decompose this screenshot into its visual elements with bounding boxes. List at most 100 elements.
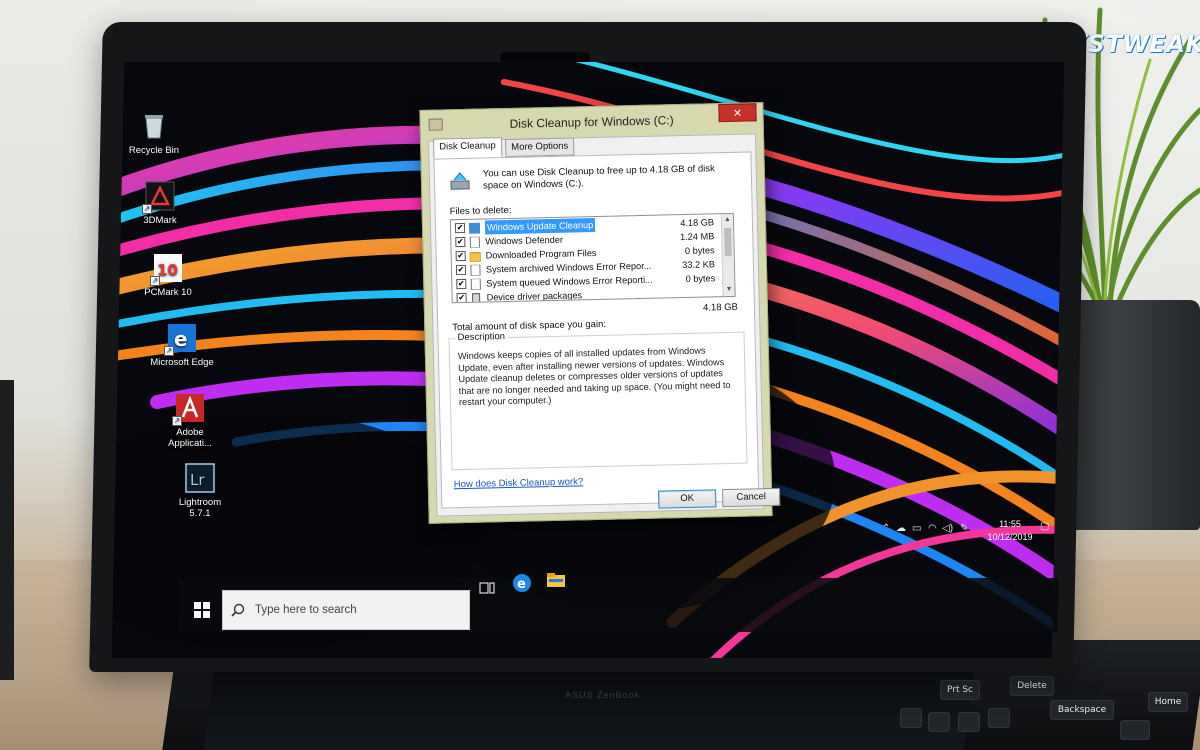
cancel-button[interactable]: Cancel xyxy=(722,487,781,508)
clock-date[interactable]: 10/12/2019 xyxy=(980,532,1040,542)
tab-disk-cleanup[interactable]: Disk Cleanup xyxy=(433,137,502,159)
desktop-icon-label: Lightroom 5.7.1 xyxy=(178,497,222,519)
task-view-icon xyxy=(479,582,495,594)
shortcut-arrow-icon: ↗ xyxy=(164,346,174,356)
file-name: Device driver packages xyxy=(486,290,583,303)
files-to-delete-list[interactable]: ✔ Windows Update Cleanup 4.18 GB ✔ Windo… xyxy=(449,212,736,304)
windows-update-icon xyxy=(468,222,481,234)
file-explorer-icon xyxy=(547,573,565,587)
search-placeholder: Type here to search xyxy=(255,604,357,616)
dialog-title: Disk Cleanup for Windows (C:) xyxy=(509,113,674,131)
folder-icon xyxy=(469,251,482,263)
svg-text:e: e xyxy=(174,327,188,351)
edge-icon: e ↗ xyxy=(164,322,198,356)
desktop-icon-label: 3DMark xyxy=(143,215,177,226)
shortcut-arrow-icon: ↗ xyxy=(172,416,182,426)
speaker-edge xyxy=(0,380,14,680)
key xyxy=(958,712,980,732)
svg-text:Lr: Lr xyxy=(190,471,205,489)
desktop-icon-adobe[interactable]: ↗ Adobe Applicati... xyxy=(158,392,222,449)
pcmark-icon: 10 ↗ xyxy=(150,252,184,286)
file-icon xyxy=(469,236,480,249)
desktop-icon-lightroom[interactable]: Lr Lightroom 5.7.1 xyxy=(168,462,232,519)
total-space-value: 4.18 GB xyxy=(702,301,739,314)
wifi-icon[interactable]: ◠ xyxy=(928,523,937,535)
key xyxy=(988,708,1010,728)
file-size: 4.18 GB xyxy=(680,217,715,229)
key-delete: Delete xyxy=(1010,676,1054,696)
recycle-bin-icon xyxy=(138,110,170,142)
key xyxy=(1120,720,1150,740)
key-backspace: Backspace xyxy=(1050,700,1114,720)
clock-time[interactable]: 11:55 xyxy=(980,519,1040,529)
ok-button[interactable]: OK xyxy=(658,489,717,509)
pen-icon[interactable]: ✎ xyxy=(960,523,968,535)
key xyxy=(900,708,922,728)
file-size: 33.2 KB xyxy=(682,259,716,271)
dialog-client-area: Disk Cleanup More Options You can use Di… xyxy=(428,133,781,517)
keyboard: Prt Sc Delete Backspace Home xyxy=(900,672,1200,750)
checkbox[interactable]: ✔ xyxy=(456,278,467,290)
list-scrollbar[interactable]: ▲ ▼ xyxy=(720,213,735,297)
shortcut-arrow-icon: ↗ xyxy=(142,204,152,214)
checkbox[interactable]: ✔ xyxy=(455,236,466,248)
taskbar-search-box[interactable]: Type here to search xyxy=(222,590,470,630)
system-tray: ⌃ ☁ ▭ ◠ ◁) ✎ 11:55 10/12/2019 ▢ xyxy=(880,515,1060,545)
3dmark-icon: ↗ xyxy=(142,180,176,214)
battery-icon[interactable]: ▭ xyxy=(912,523,921,535)
free-space-hint: You can use Disk Cleanup to free up to 4… xyxy=(482,163,715,192)
desktop-icon-pcmark[interactable]: 10 ↗ PCMark 10 xyxy=(136,252,200,298)
close-button[interactable]: ✕ xyxy=(718,103,757,123)
key-home: Home xyxy=(1148,692,1188,712)
search-icon xyxy=(231,603,245,617)
drive-cleanup-icon xyxy=(449,171,471,193)
checkbox[interactable]: ✔ xyxy=(455,250,466,262)
shortcut-arrow-icon: ↗ xyxy=(150,276,160,286)
chevron-up-icon[interactable]: ⌃ xyxy=(882,523,890,535)
taskbar-file-explorer-button[interactable] xyxy=(546,571,566,591)
tab-panel: You can use Disk Cleanup to free up to 4… xyxy=(433,151,781,509)
start-button[interactable] xyxy=(190,598,214,622)
description-legend: Description xyxy=(455,331,508,344)
desktop-icon-label: Adobe Applicati... xyxy=(168,427,212,449)
file-size: 1.24 MB xyxy=(679,231,715,243)
adobe-icon: ↗ xyxy=(172,392,206,426)
file-size: 0 bytes xyxy=(684,245,715,256)
plant-pot xyxy=(1060,300,1200,530)
description-group: Description Windows keeps copies of all … xyxy=(448,331,748,471)
file-icon xyxy=(470,264,481,277)
svg-text:e: e xyxy=(517,577,526,592)
volume-icon[interactable]: ◁) xyxy=(942,523,953,535)
taskbar-edge-button[interactable]: e xyxy=(512,573,532,593)
desktop-icon-3dmark[interactable]: ↗ 3DMark xyxy=(128,180,192,226)
scroll-up-icon[interactable]: ▲ xyxy=(722,214,733,226)
desktop-icon-label: Recycle Bin xyxy=(128,145,180,156)
help-link[interactable]: How does Disk Cleanup work? xyxy=(454,476,584,490)
key xyxy=(928,712,950,732)
task-view-button[interactable] xyxy=(478,579,498,599)
cloud-icon[interactable]: ☁ xyxy=(896,523,906,535)
brand-mark: ASUS ZenBook xyxy=(565,690,641,700)
file-size: 0 bytes xyxy=(685,273,716,284)
scroll-thumb[interactable] xyxy=(724,227,732,257)
tab-more-options[interactable]: More Options xyxy=(505,137,575,158)
lightroom-icon: Lr xyxy=(184,462,216,494)
edge-icon: e xyxy=(513,574,531,592)
desktop-icon-label: Microsoft Edge xyxy=(150,357,214,368)
driver-icon xyxy=(471,293,482,304)
svg-text:10: 10 xyxy=(157,261,178,279)
checkbox[interactable]: ✔ xyxy=(456,292,467,304)
description-text: Windows keeps copies of all installed up… xyxy=(457,345,731,408)
desktop-icon-edge[interactable]: e ↗ Microsoft Edge xyxy=(150,322,214,368)
files-to-delete-label: Files to delete: xyxy=(449,204,512,218)
checkbox[interactable]: ✔ xyxy=(454,222,466,234)
key-prtsc: Prt Sc xyxy=(940,680,980,700)
desktop-icon-label: PCMark 10 xyxy=(144,287,192,298)
file-icon xyxy=(470,278,481,291)
windows-logo-icon xyxy=(194,602,210,618)
desktop-icon-recycle-bin[interactable]: Recycle Bin xyxy=(122,110,186,156)
notifications-icon[interactable]: ▢ xyxy=(1040,521,1049,533)
checkbox[interactable]: ✔ xyxy=(455,264,467,276)
disk-cleanup-dialog: Disk Cleanup for Windows (C:) ✕ Disk Cle… xyxy=(419,102,781,524)
scroll-down-icon[interactable]: ▼ xyxy=(723,284,734,296)
